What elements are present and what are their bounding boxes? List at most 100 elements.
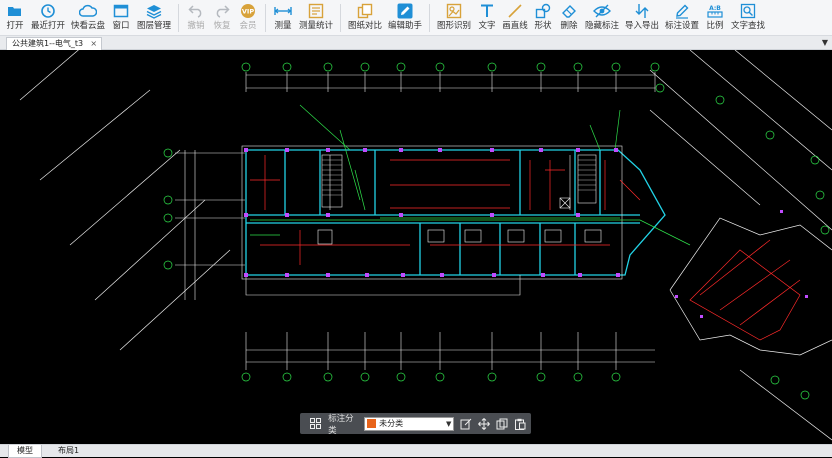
undo-button[interactable]: 撤销 bbox=[183, 0, 209, 36]
text-label: 文字 bbox=[478, 21, 496, 31]
folder-open-icon bbox=[6, 3, 24, 19]
measure-stats-button[interactable]: 测量统计 bbox=[296, 0, 336, 36]
measure-stats-label: 测量统计 bbox=[298, 21, 333, 31]
delete-button[interactable]: 删除 bbox=[556, 0, 582, 36]
text-find-label: 文字查找 bbox=[730, 21, 765, 31]
scale-icon: A:B bbox=[706, 3, 724, 19]
layers-label: 图层管理 bbox=[136, 21, 171, 31]
window-label: 窗口 bbox=[112, 21, 130, 31]
delete-icon bbox=[560, 3, 578, 19]
undo-label: 撤销 bbox=[187, 21, 205, 31]
measure-button[interactable]: 测量 bbox=[270, 0, 296, 36]
edit-helper-button[interactable]: 编辑助手 bbox=[385, 0, 425, 36]
copy-icon[interactable] bbox=[496, 417, 509, 431]
scale-label: 比例 bbox=[706, 21, 724, 31]
chevron-down-icon: ▼ bbox=[446, 419, 452, 428]
tab-document[interactable]: 公共建筑1--电气_t3 × bbox=[6, 37, 103, 50]
shape-recog-label: 图形识别 bbox=[436, 21, 471, 31]
text-icon bbox=[478, 3, 496, 19]
hide-mark-label: 隐藏标注 bbox=[584, 21, 619, 31]
window-button[interactable]: 窗口 bbox=[108, 0, 134, 36]
line-label: 画直线 bbox=[502, 21, 528, 31]
import-export-icon bbox=[633, 3, 651, 19]
text-button[interactable]: 文字 bbox=[474, 0, 500, 36]
redo-label: 恢复 bbox=[213, 21, 231, 31]
window-icon bbox=[112, 3, 130, 19]
left-dimension-lines bbox=[175, 150, 245, 300]
move-icon[interactable] bbox=[478, 417, 491, 431]
tab-model[interactable]: 模型 bbox=[8, 445, 42, 458]
edit-helper-label: 编辑助手 bbox=[387, 21, 422, 31]
import-export-label: 导入导出 bbox=[624, 21, 659, 31]
open-button[interactable]: 打开 bbox=[2, 0, 28, 36]
shape-button[interactable]: 形状 bbox=[530, 0, 556, 36]
scale-button[interactable]: A:B 比例 bbox=[702, 0, 728, 36]
toolbar-separator bbox=[429, 4, 430, 32]
svg-text:A:B: A:B bbox=[709, 5, 721, 12]
drawing-canvas[interactable] bbox=[0, 39, 832, 444]
shape-label: 形状 bbox=[534, 21, 552, 31]
toolbar-separator bbox=[265, 4, 266, 32]
edit-icon[interactable] bbox=[459, 417, 472, 431]
bottom-dimension-lines bbox=[245, 332, 655, 370]
building-walls bbox=[245, 149, 666, 276]
text-search-icon bbox=[739, 3, 757, 19]
cloud-label: 快看云盘 bbox=[70, 21, 105, 31]
open-label: 打开 bbox=[6, 21, 24, 31]
layers-button[interactable]: 图层管理 bbox=[134, 0, 174, 36]
mark-settings-icon bbox=[673, 3, 691, 19]
annotation-category-value: 未分类 bbox=[379, 419, 404, 428]
edit-helper-icon bbox=[396, 3, 414, 19]
grid-icon[interactable] bbox=[309, 417, 322, 431]
tab-list-dropdown-icon[interactable]: ▼ bbox=[822, 38, 828, 47]
annotation-category-select[interactable]: 未分类 ▼ bbox=[364, 416, 455, 431]
mark-settings-button[interactable]: 标注设置 bbox=[662, 0, 702, 36]
right-wing-outline bbox=[669, 217, 832, 356]
red-wiring bbox=[250, 155, 801, 341]
vip-button[interactable]: VIP 会员 bbox=[235, 0, 261, 36]
toolbar-separator bbox=[340, 4, 341, 32]
vip-label: 会员 bbox=[239, 21, 257, 31]
recent-button[interactable]: 最近打开 bbox=[28, 0, 68, 36]
green-wiring bbox=[250, 104, 691, 246]
axis-grid-bubbles bbox=[163, 62, 830, 400]
undo-icon bbox=[187, 3, 205, 19]
redo-icon bbox=[213, 3, 231, 19]
diagonal-grid-lines bbox=[19, 39, 832, 441]
cad-drawing bbox=[19, 39, 832, 441]
category-color-swatch bbox=[367, 419, 377, 428]
layout-tab-bar: 模型 布局1 bbox=[0, 444, 832, 458]
tab-document-label: 公共建筑1--电气_t3 bbox=[12, 39, 84, 48]
paste-icon[interactable] bbox=[514, 417, 527, 431]
eye-off-icon bbox=[593, 3, 611, 19]
hide-mark-button[interactable]: 隐藏标注 bbox=[582, 0, 622, 36]
ruler-icon bbox=[274, 3, 292, 19]
tab-layout1[interactable]: 布局1 bbox=[50, 445, 87, 458]
compare-icon bbox=[356, 3, 374, 19]
vip-icon: VIP bbox=[239, 3, 257, 19]
line-button[interactable]: 画直线 bbox=[500, 0, 530, 36]
main-toolbar: 打开 最近打开 快看云盘 窗口 图层管理 撤销 恢复 VIP 会员 测量 测量统计 图纸对比 编辑助手 图… bbox=[0, 0, 832, 36]
shape-recog-button[interactable]: 图形识别 bbox=[434, 0, 474, 36]
shape-recognition-icon bbox=[445, 3, 463, 19]
clock-icon bbox=[39, 3, 57, 19]
document-tab-bar: 公共建筑1--电气_t3 × ▼ bbox=[0, 36, 832, 50]
svg-text:VIP: VIP bbox=[242, 8, 254, 16]
measure-label: 测量 bbox=[274, 21, 292, 31]
toolbar-separator bbox=[178, 4, 179, 32]
close-tab-icon[interactable]: × bbox=[90, 38, 97, 50]
cloud-button[interactable]: 快看云盘 bbox=[68, 0, 108, 36]
shape-icon bbox=[534, 3, 552, 19]
mark-settings-label: 标注设置 bbox=[664, 21, 699, 31]
redo-button[interactable]: 恢复 bbox=[209, 0, 235, 36]
stats-icon bbox=[307, 3, 325, 19]
line-icon bbox=[506, 3, 524, 19]
recent-label: 最近打开 bbox=[30, 21, 65, 31]
text-find-button[interactable]: 文字查找 bbox=[728, 0, 768, 36]
compare-button[interactable]: 图纸对比 bbox=[345, 0, 385, 36]
annotation-category-bar: 标注分类 未分类 ▼ bbox=[300, 413, 531, 436]
import-export-button[interactable]: 导入导出 bbox=[622, 0, 662, 36]
compare-label: 图纸对比 bbox=[347, 21, 382, 31]
delete-label: 删除 bbox=[560, 21, 578, 31]
top-dimension-lines bbox=[245, 72, 656, 92]
